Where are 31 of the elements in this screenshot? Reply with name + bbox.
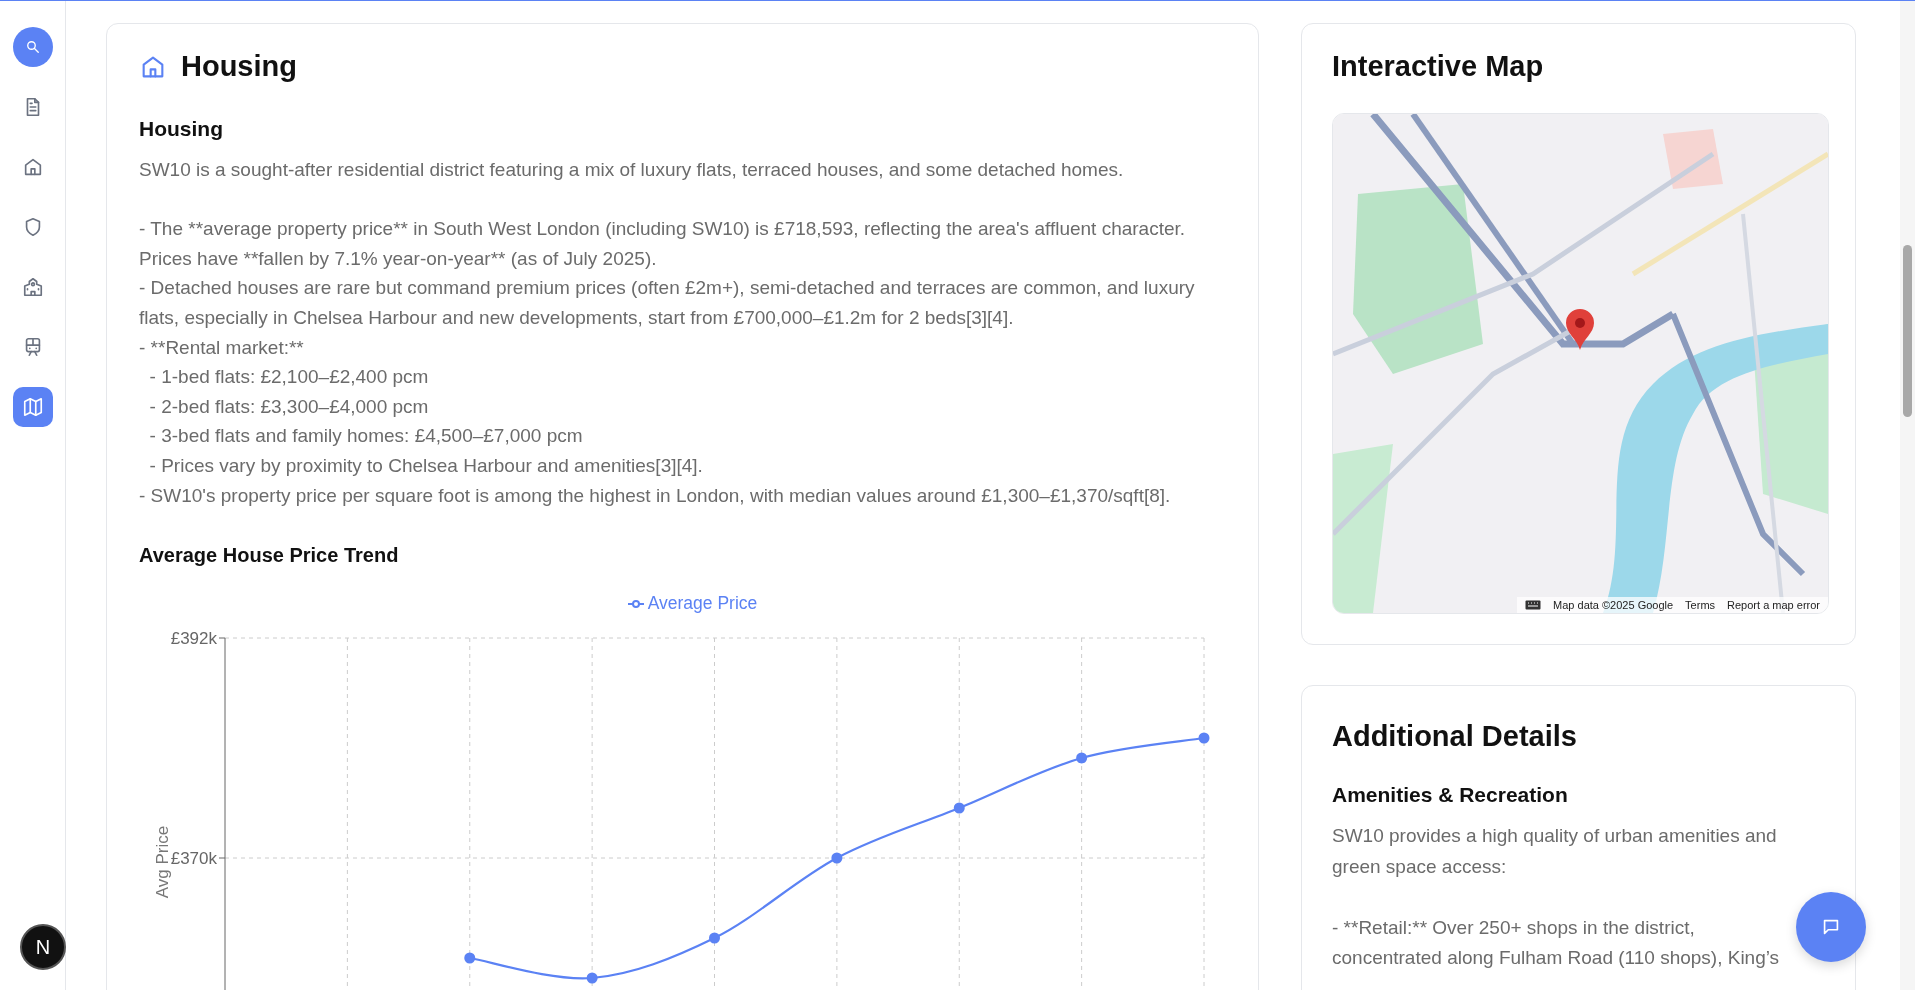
card-title: Housing: [181, 50, 297, 83]
map-link[interactable]: Report a map error: [1727, 599, 1820, 611]
map-attribution: Map data ©2025 Google: [1553, 599, 1674, 611]
legend-label: Average Price: [647, 593, 758, 615]
dev-badge[interactable]: N: [20, 924, 66, 970]
tick-label: £370k: [170, 849, 217, 869]
data-point: [586, 972, 598, 984]
data-point: [1198, 732, 1210, 744]
section-heading: Amenities & Recreation: [1332, 783, 1569, 807]
sidebar-item[interactable]: [12, 387, 53, 427]
housing-text: SW10 is a sought-after residential district featuring a mix of luxury flats, terraced houses, and some detached homes. - The **average property price** in South West London (including SW10) is £718,593, reflecting the area's affluent character. Prices have **fallen by 7.1% year-on-year** (as of July 2025). - Detached houses are rare but command premium prices (often £2m+), semi-detached and terraces are common, and luxury flats, especially in Chelsea Harbour and new developments, start from £700,000–£1.2m for 2 beds[3][4]. - **Rental market:** - 1-bed flats: £2,100–£2,400 pcm - 2-bed flats: £3,300–£4,000 pcm - 3-bed flats and family homes: £4,500–£7,000 pcm - Prices vary by proximity to Chelsea Harbour and amenities[3][4]. - SW10's property price per square foot is among the highest in London, with median values around £1,300–£1,370/sqft[8].: [139, 158, 1196, 508]
card-title: Interactive Map: [1332, 50, 1545, 83]
section-heading: Housing: [139, 117, 224, 141]
axis-title: Avg Price: [153, 825, 172, 899]
data-point: [464, 952, 476, 964]
keyboard-icon[interactable]: [1525, 600, 1542, 610]
data-point: [709, 932, 720, 944]
data-point: [831, 852, 843, 864]
card-title: Additional Details: [1332, 720, 1578, 753]
search-button[interactable]: [12, 27, 53, 67]
chart-title: Average House Price Trend: [139, 544, 400, 568]
legend-icon: [627, 598, 644, 609]
map-pin-icon[interactable]: [1565, 309, 1595, 351]
details-text: SW10 provides a high quality of urban amenities and green space access: - **Retail:** Over 250+ shops in the district, concentrated along Fulham Road (110 shops), King’s: [1332, 824, 1781, 970]
data-point: [1076, 752, 1088, 764]
map-icon: [21, 396, 44, 418]
school-icon: [21, 276, 44, 298]
data-point: [953, 802, 965, 814]
map-link[interactable]: Terms: [1685, 599, 1716, 611]
scrollbar[interactable]: [1900, 1, 1915, 990]
tick-label: £392k: [170, 629, 217, 649]
